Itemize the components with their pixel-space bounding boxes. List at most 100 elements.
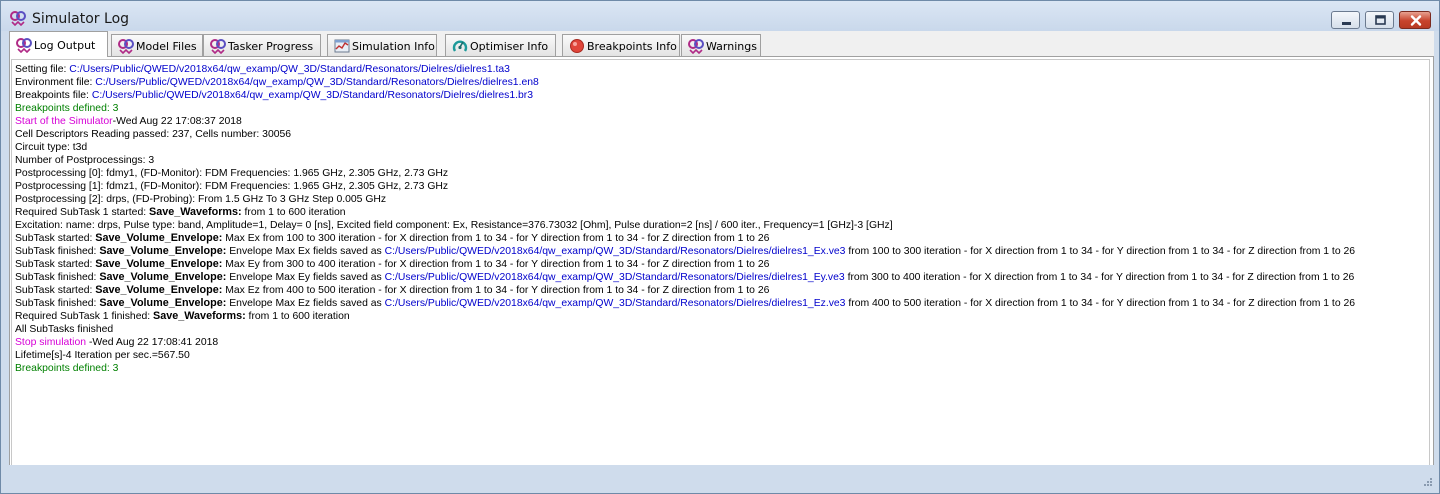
optimiser-icon (452, 40, 468, 52)
log-line-lifetime: Lifetime[s]-4 Iteration per sec.=567.50 (15, 350, 190, 361)
minimize-icon (1342, 22, 1351, 25)
tab-optimiser-info[interactable]: Optimiser Info (445, 34, 556, 56)
log-text: -Wed Aug 22 17:08:41 2018 (88, 337, 219, 348)
log-text: SubTask finished: (15, 298, 100, 309)
simulator-log-window: Simulator Log Log Output Model Files Tas… (0, 0, 1440, 494)
qw-icon (16, 38, 32, 53)
log-line-num-postprocessings: Number of Postprocessings: 3 (15, 155, 155, 166)
log-text: SubTask finished: (15, 272, 100, 283)
title-bar[interactable]: Simulator Log (1, 1, 1439, 31)
log-line-circuit-type: Circuit type: t3d (15, 142, 88, 153)
log-text: SubTask started: (15, 285, 96, 296)
log-text: Environment file: (15, 77, 96, 88)
ez-file-path: C:/Users/Public/QWED/v2018x64/qw_examp/Q… (384, 298, 846, 309)
minimize-button[interactable] (1331, 11, 1360, 29)
task-name: Save_Waveforms: (153, 310, 246, 322)
log-textbox[interactable]: Setting file: C:/Users/Public/QWED/v2018… (11, 59, 1430, 467)
log-line-required-finished: Required SubTask 1 finished: Save_Wavefo… (15, 310, 350, 323)
qw-icon (688, 39, 704, 54)
log-line-excitation: Excitation: name: drps, Pulse type: band… (15, 220, 893, 231)
environment-file-path: C:/Users/Public/QWED/v2018x64/qw_examp/Q… (95, 77, 539, 88)
close-icon (1410, 15, 1422, 26)
tab-breakpoints-info[interactable]: Breakpoints Info (562, 34, 680, 56)
tab-log-output[interactable]: Log Output (9, 31, 108, 57)
task-name: Save_Volume_Envelope: (95, 258, 223, 270)
log-line-start: Start of the Simulator-Wed Aug 22 17:08:… (15, 115, 242, 128)
log-text: from 400 to 500 iteration - for X direct… (845, 298, 1356, 309)
setting-file-path: C:/Users/Public/QWED/v2018x64/qw_examp/Q… (69, 64, 510, 75)
resize-grip-icon[interactable] (1421, 477, 1433, 489)
log-text: SubTask finished: (15, 246, 100, 257)
log-line-postprocessing-1: Postprocessing [1]: fdmz1, (FD-Monitor):… (15, 181, 449, 192)
maximize-button[interactable] (1365, 11, 1394, 29)
log-line-subtask-ez-finished: SubTask finished: Save_Volume_Envelope: … (15, 297, 1355, 310)
log-line-subtask-ex-started: SubTask started: Save_Volume_Envelope: M… (15, 232, 769, 245)
task-name: Save_Volume_Envelope: (99, 297, 227, 309)
breakpoint-icon (570, 39, 584, 53)
log-text: Required SubTask 1 finished: (15, 311, 154, 322)
log-text: from 1 to 600 iteration (245, 311, 350, 322)
qw-app-icon (10, 11, 26, 26)
log-line-subtask-ex-finished: SubTask finished: Save_Volume_Envelope: … (15, 245, 1355, 258)
stop-simulation-label: Stop simulation (15, 337, 89, 348)
qw-icon (210, 39, 226, 54)
log-text: Envelope Max Ez fields saved as (226, 298, 385, 309)
log-text: from 1 to 600 iteration (241, 207, 346, 218)
maximize-icon (1375, 15, 1386, 25)
log-line-breakpoints-defined-end: Breakpoints defined: 3 (15, 363, 119, 374)
log-line-setting-file: Setting file: C:/Users/Public/QWED/v2018… (15, 63, 510, 76)
log-line-subtask-ey-finished: SubTask finished: Save_Volume_Envelope: … (15, 271, 1354, 284)
log-text: SubTask started: (15, 259, 96, 270)
tab-model-files[interactable]: Model Files (111, 34, 203, 56)
log-line-cell-descriptors: Cell Descriptors Reading passed: 237, Ce… (15, 129, 292, 140)
tab-tasker-progress[interactable]: Tasker Progress (203, 34, 321, 56)
breakpoints-file-path: C:/Users/Public/QWED/v2018x64/qw_examp/Q… (91, 90, 534, 101)
log-text: from 100 to 300 iteration - for X direct… (845, 246, 1356, 257)
log-line-postprocessing-0: Postprocessing [0]: fdmy1, (FD-Monitor):… (15, 168, 449, 179)
log-text: Max Ez from 400 to 500 iteration - for X… (222, 285, 770, 296)
tab-label: Tasker Progress (228, 40, 314, 53)
task-name: Save_Volume_Envelope: (95, 284, 223, 296)
log-text: SubTask started: (15, 233, 96, 244)
log-line-subtask-ey-started: SubTask started: Save_Volume_Envelope: M… (15, 258, 769, 271)
tab-label: Optimiser Info (470, 40, 549, 53)
log-text: Envelope Max Ex fields saved as (226, 246, 385, 257)
qw-icon (118, 39, 134, 54)
tab-label: Simulation Info (352, 40, 435, 53)
log-text: Max Ey from 300 to 400 iteration - for X… (222, 259, 770, 270)
task-name: Save_Volume_Envelope: (99, 271, 227, 283)
log-text: -Wed Aug 22 17:08:37 2018 (112, 116, 242, 127)
log-line-environment-file: Environment file: C:/Users/Public/QWED/v… (15, 76, 539, 89)
task-name: Save_Volume_Envelope: (99, 245, 227, 257)
simulation-info-icon (334, 39, 350, 53)
log-text: Max Ex from 100 to 300 iteration - for X… (222, 233, 770, 244)
log-output-panel: Setting file: C:/Users/Public/QWED/v2018… (9, 56, 1434, 486)
tab-label: Model Files (136, 40, 197, 53)
log-text: Setting file: (15, 64, 70, 75)
log-line-subtask-ez-started: SubTask started: Save_Volume_Envelope: M… (15, 284, 769, 297)
log-text: Envelope Max Ey fields saved as (226, 272, 385, 283)
log-text: Required SubTask 1 started: (15, 207, 149, 218)
ex-file-path: C:/Users/Public/QWED/v2018x64/qw_examp/Q… (384, 246, 846, 257)
log-line-required-started: Required SubTask 1 started: Save_Wavefor… (15, 206, 346, 219)
ey-file-path: C:/Users/Public/QWED/v2018x64/qw_examp/Q… (384, 272, 845, 283)
tab-warnings[interactable]: Warnings (681, 34, 761, 56)
client-area: Log Output Model Files Tasker Progress S… (9, 31, 1434, 486)
start-simulator-label: Start of the Simulator (15, 116, 113, 127)
window-title: Simulator Log (32, 11, 130, 27)
tab-label: Warnings (706, 40, 757, 53)
log-line-stop: Stop simulation -Wed Aug 22 17:08:41 201… (15, 336, 218, 349)
close-button[interactable] (1399, 11, 1431, 29)
log-text: Breakpoints file: (15, 90, 92, 101)
log-line-breakpoints-file: Breakpoints file: C:/Users/Public/QWED/v… (15, 89, 533, 102)
tab-strip: Log Output Model Files Tasker Progress S… (9, 31, 1434, 57)
tab-label: Log Output (34, 39, 96, 52)
status-bar (1, 465, 1439, 493)
log-text: from 300 to 400 iteration - for X direct… (844, 272, 1355, 283)
log-line-breakpoints-defined: Breakpoints defined: 3 (15, 103, 119, 114)
task-name: Save_Waveforms: (149, 206, 242, 218)
log-line-all-subtasks: All SubTasks finished (15, 324, 114, 335)
log-line-postprocessing-2: Postprocessing [2]: drps, (FD-Probing): … (15, 194, 387, 205)
tab-simulation-info[interactable]: Simulation Info (327, 34, 437, 56)
tab-label: Breakpoints Info (587, 40, 677, 53)
